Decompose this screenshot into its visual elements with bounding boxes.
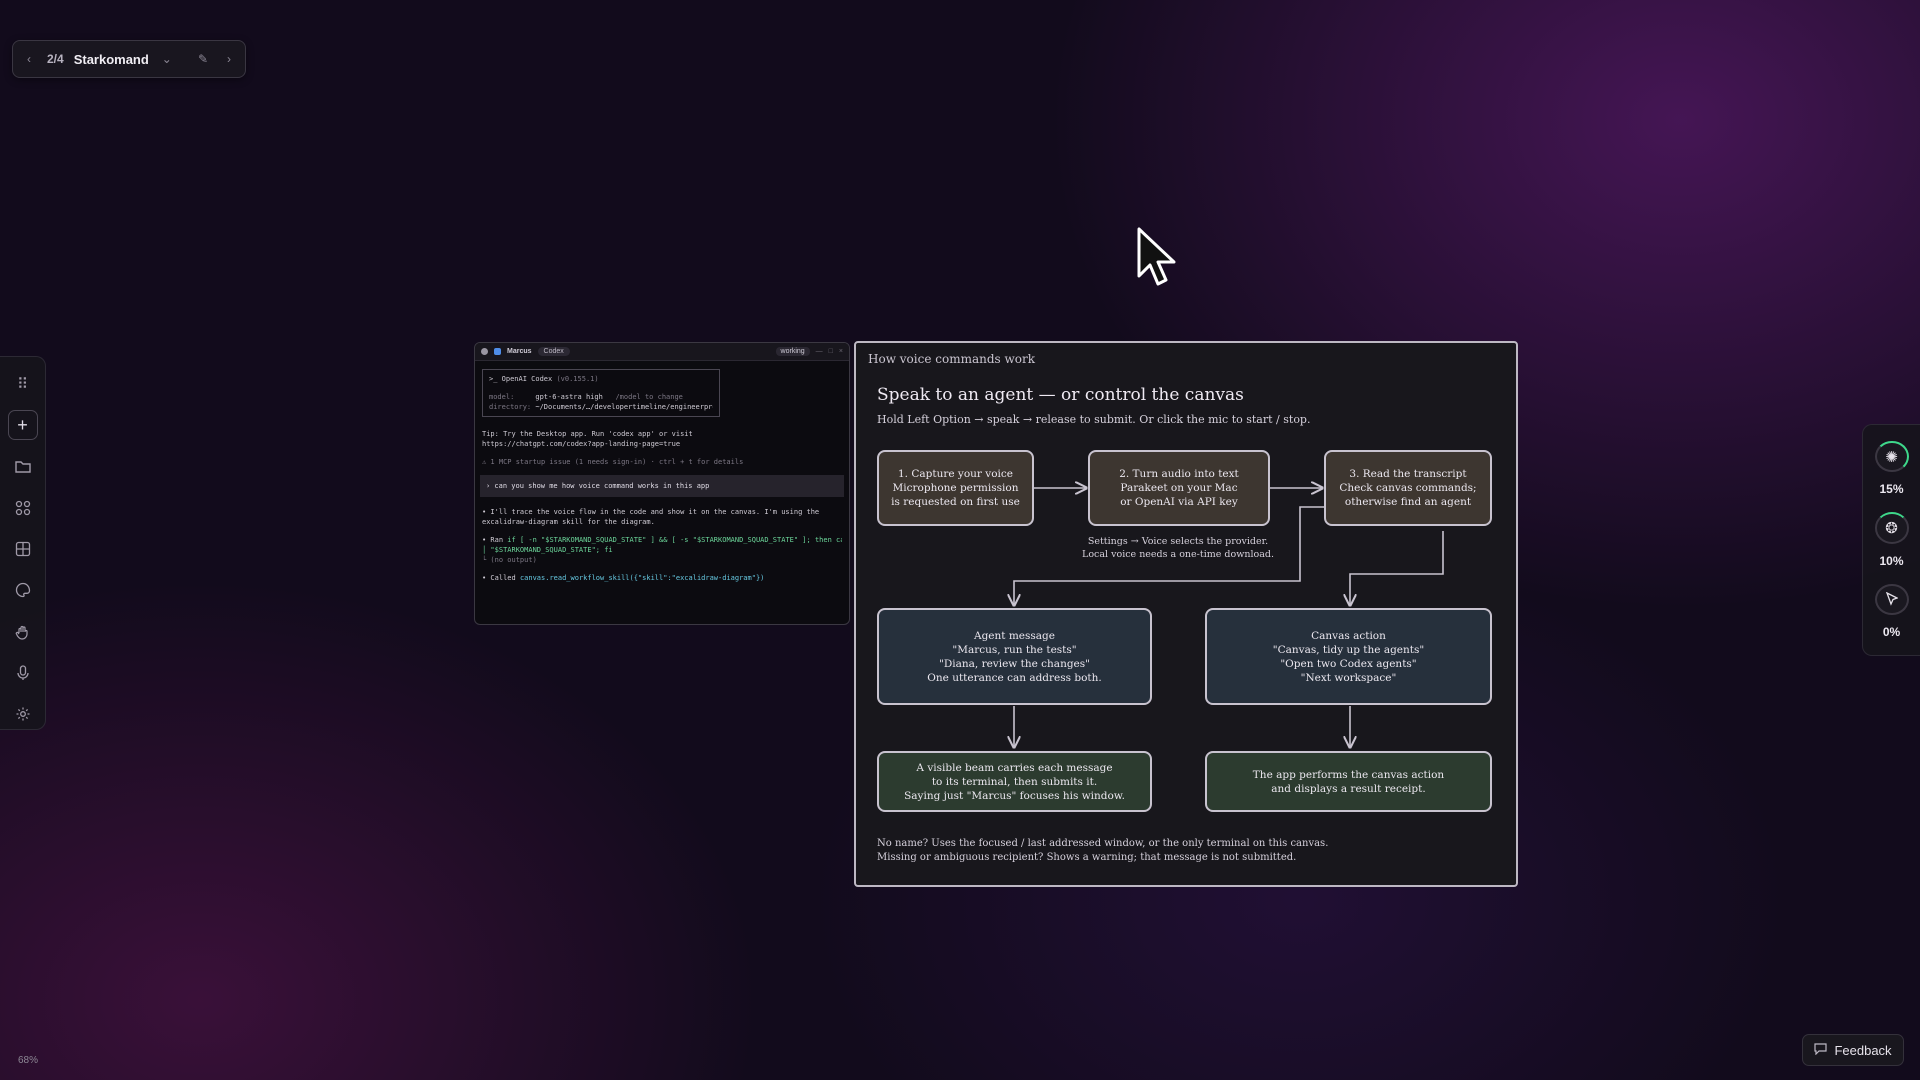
canvas-action-box: Canvas action "Canvas, tidy up the agents… (1205, 608, 1492, 705)
ran-command-cont: │ "$STARKOMAND_SQUAD_STATE"; fi (482, 546, 613, 554)
edit-icon[interactable]: ✎ (195, 52, 211, 66)
workspace-name[interactable]: Starkomand (74, 52, 149, 67)
diagram-title: Speak to an agent — or control the canva… (877, 385, 1244, 405)
mcp-warning: ⚠ 1 MCP startup issue (1 needs sign-in) … (482, 458, 744, 466)
openai-icon[interactable]: ❂ (1874, 512, 1909, 544)
chevron-right-icon[interactable]: › (221, 52, 237, 66)
close-icon[interactable]: × (839, 348, 843, 355)
tip-line-2: https://chatgpt.com/codex?app-landing-pa… (482, 440, 681, 448)
step2-title: 2. Turn audio into text (1119, 468, 1239, 480)
mouse-cursor-icon (1137, 227, 1176, 286)
settings-note-line2: Local voice needs a one-time download. (1082, 549, 1274, 560)
codex-info-box: >_ OpenAI Codex (v0.155.1) model: gpt-6-… (482, 369, 720, 417)
result-box: The app performs the canvas action and di… (1205, 751, 1492, 812)
minimize-icon[interactable]: — (816, 348, 823, 355)
cursor-icon[interactable] (1874, 583, 1909, 615)
step2-line2: Parakeet on your Mac (1120, 482, 1238, 494)
maximize-icon[interactable]: □ (829, 348, 833, 355)
beam-box: A visible beam carries each message to it… (877, 751, 1152, 812)
chevron-down-icon[interactable]: ⌄ (159, 52, 175, 66)
grip-icon[interactable]: ⠿ (8, 369, 38, 398)
status-dot (481, 348, 488, 355)
diagram-label: How voice commands work (868, 352, 1035, 366)
step2-line3: or OpenAI via API key (1120, 496, 1238, 508)
directory-value: ~/Documents/…/developertimeline/engineer… (535, 403, 713, 411)
step1-capture-box: 1. Capture your voice Microphone permissi… (877, 450, 1034, 526)
usage-percent-openai: 10% (1879, 553, 1904, 568)
usage-percent-claude: 15% (1879, 482, 1904, 497)
settings-note: Settings → Voice selects the provider. Lo… (1068, 535, 1288, 561)
model-hint: /model to change (615, 393, 683, 401)
workspace-index: 2/4 (47, 52, 64, 66)
step3-line2: Check canvas commands; (1339, 482, 1477, 494)
agent-box-line2: "Marcus, run the tests" (952, 643, 1077, 656)
canvas-box-line4: "Next workspace" (1300, 671, 1397, 684)
step1-title: 1. Capture your voice (897, 468, 1013, 480)
zoom-level[interactable]: 68% (18, 1055, 38, 1066)
footer-line1: No name? Uses the focused / last address… (877, 838, 1329, 849)
terminal-window[interactable]: Marcus Codex working — □ × >_ OpenAI Cod… (474, 342, 850, 625)
model-label: model: (489, 393, 515, 401)
feedback-button[interactable]: Feedback (1802, 1034, 1904, 1066)
agent-box-line3: "Diana, review the changes" (939, 657, 1090, 670)
step3-line3: otherwise find an agent (1344, 496, 1472, 508)
called-command: canvas.read_workflow_skill({"skill":"exc… (519, 574, 765, 582)
settings-note-line1: Settings → Voice selects the provider. (1087, 536, 1269, 547)
diagram-canvas[interactable]: How voice commands work Speak to an agen… (854, 341, 1518, 887)
workspace-switcher[interactable]: ‹ 2/4 Starkomand ⌄ ✎ › (12, 40, 246, 78)
beam-box-line2: to its terminal, then submits it. (931, 775, 1098, 788)
tip-line-1: Tip: Try the Desktop app. Run 'codex app… (482, 430, 693, 438)
model-value: gpt-6-astra high (535, 393, 603, 401)
beam-box-line1: A visible beam carries each message (916, 761, 1113, 774)
hand-icon[interactable] (8, 617, 38, 646)
chevron-left-icon[interactable]: ‹ (21, 52, 37, 66)
canvas-box-title: Canvas action (1311, 629, 1386, 642)
terminal-output[interactable]: >_ OpenAI Codex (v0.155.1) model: gpt-6-… (475, 361, 849, 591)
diagram-footer: No name? Uses the focused / last address… (877, 837, 1328, 865)
agent-message-box: Agent message "Marcus, run the tests" "Dia… (877, 608, 1152, 705)
agent-name: Marcus (507, 348, 532, 355)
claude-icon[interactable]: ✺ (1874, 441, 1909, 473)
apps-icon[interactable] (8, 493, 38, 522)
palette-icon[interactable] (8, 576, 38, 605)
step1-line2: Microphone permission (892, 482, 1019, 494)
reply-line-2: excalidraw-diagram skill for the diagram… (482, 518, 655, 526)
ran-prefix: • Ran (482, 536, 504, 544)
grid-icon[interactable] (8, 534, 38, 563)
ran-command: if [ -n "$STARKOMAND_SQUAD_STATE" ] && [… (507, 536, 842, 544)
codex-header: >_ OpenAI Codex (489, 375, 553, 383)
agent-box-title: Agent message (974, 629, 1055, 642)
tool-rail: ⠿ + (0, 356, 46, 730)
add-button[interactable]: + (7, 410, 38, 440)
folder-icon[interactable] (8, 452, 38, 481)
result-box-line2: and displays a result receipt. (1271, 782, 1426, 795)
step1-line3: is requested on first use (891, 496, 1020, 508)
usage-percent-cursor: 0% (1882, 624, 1901, 639)
ran-output: └ (no output) (482, 556, 537, 564)
step3-read-box: 3. Read the transcript Check canvas comma… (1324, 450, 1492, 526)
step2-transcribe-box: 2. Turn audio into text Parakeet on your … (1088, 450, 1270, 526)
status-badge: working (775, 347, 810, 356)
agent-avatar (494, 348, 501, 355)
reply-line-1: • I'll trace the voice flow in the code … (482, 508, 820, 516)
agent-type-badge: Codex (537, 347, 570, 356)
mic-icon[interactable] (8, 658, 38, 687)
agent-box-line4: One utterance can address both. (927, 671, 1102, 684)
footer-line2: Missing or ambiguous recipient? Shows a … (877, 852, 1297, 863)
canvas-box-line3: "Open two Codex agents" (1280, 657, 1417, 670)
usage-rail: ✺ 15% ❂ 10% 0% (1862, 424, 1920, 656)
gear-icon[interactable] (8, 700, 38, 729)
beam-box-line3: Saying just "Marcus" focuses his window. (904, 789, 1125, 802)
terminal-header[interactable]: Marcus Codex working — □ × (475, 343, 849, 361)
directory-label: directory: (489, 403, 532, 411)
step3-title: 3. Read the transcript (1349, 468, 1467, 480)
called-prefix: • Called (482, 574, 516, 582)
user-prompt: › can you show me how voice command work… (480, 475, 844, 497)
result-box-line1: The app performs the canvas action (1252, 768, 1445, 781)
chat-icon (1814, 1042, 1828, 1058)
canvas-box-line2: "Canvas, tidy up the agents" (1272, 643, 1425, 656)
diagram-subtitle: Hold Left Option → speak → release to su… (877, 413, 1311, 426)
feedback-label: Feedback (1834, 1042, 1892, 1058)
codex-version: (v0.155.1) (556, 375, 599, 383)
